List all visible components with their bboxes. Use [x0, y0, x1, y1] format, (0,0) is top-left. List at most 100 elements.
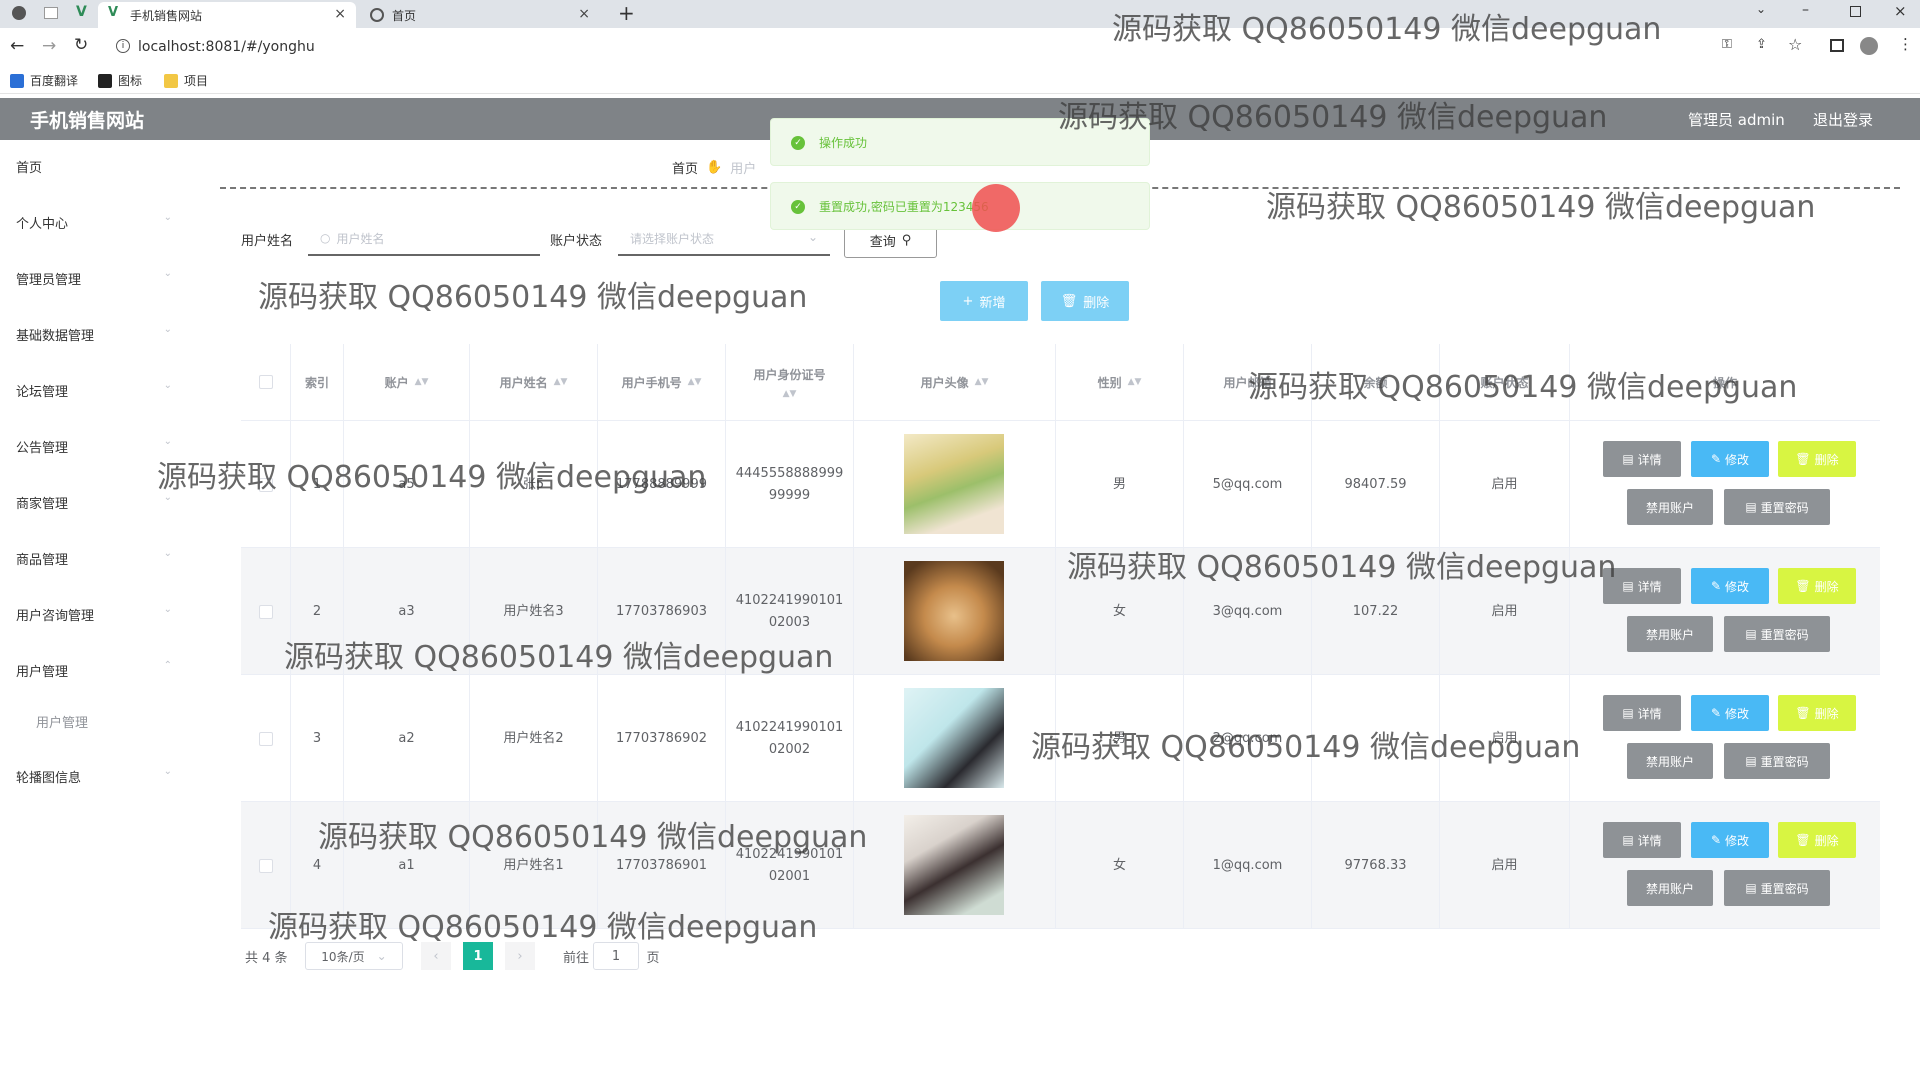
logout-button[interactable]: 退出登录: [1813, 109, 1873, 130]
sidebar-item-carousel[interactable]: 轮播图信息 ⌄: [0, 756, 184, 796]
disable-account-button[interactable]: 禁用账户: [1627, 870, 1713, 906]
page-size-select[interactable]: 10条/页 ⌄: [305, 942, 403, 970]
cell-gender: 男: [1056, 421, 1184, 548]
th-name[interactable]: 用户姓名 ▲▼: [470, 344, 598, 421]
share-icon[interactable]: ⇪: [1756, 37, 1767, 52]
row-checkbox[interactable]: [258, 858, 273, 873]
sidepanel-icon[interactable]: [1830, 39, 1844, 52]
sort-icon[interactable]: ▲▼: [1128, 377, 1142, 387]
edit-button[interactable]: ✎ 修改: [1691, 568, 1769, 604]
detail-button[interactable]: ▤ 详情: [1603, 695, 1681, 731]
th-label: 索引: [304, 375, 329, 390]
bookmark-project[interactable]: 项目: [164, 72, 208, 89]
sort-icon[interactable]: ▲▼: [415, 377, 429, 387]
forward-icon[interactable]: →: [42, 36, 56, 56]
delete-button[interactable]: 🗑 删除: [1778, 568, 1856, 604]
sort-icon[interactable]: ▲▼: [554, 377, 568, 387]
chevron-down-icon[interactable]: ⌄: [1756, 2, 1766, 16]
sidebar-item-basedata[interactable]: 基础数据管理 ⌄: [0, 314, 184, 354]
sort-icon[interactable]: ▲▼: [975, 377, 989, 387]
disable-account-button[interactable]: 禁用账户: [1627, 489, 1713, 525]
back-icon[interactable]: ←: [10, 36, 24, 56]
menu-icon[interactable]: ⋮: [1898, 35, 1913, 53]
next-page-button[interactable]: ›: [505, 942, 535, 970]
close-tab-icon[interactable]: ×: [334, 6, 346, 22]
restore-icon[interactable]: [1850, 6, 1861, 17]
sidebar-item-label: 个人中心: [16, 216, 69, 232]
close-tab-icon[interactable]: ×: [578, 6, 590, 22]
reset-icon: ▤: [1745, 754, 1757, 768]
info-icon[interactable]: i: [116, 39, 130, 53]
th-label: 账户: [384, 375, 409, 390]
vue-icon[interactable]: V: [76, 4, 87, 20]
bookmark-translate[interactable]: 百度翻译: [10, 72, 78, 89]
add-button[interactable]: + 新增: [940, 281, 1028, 321]
edit-icon: ✎: [1710, 579, 1722, 593]
trash-icon: 🗑: [1795, 706, 1811, 720]
sidebar-item-label: 基础数据管理: [16, 328, 95, 344]
th-phone[interactable]: 用户手机号 ▲▼: [598, 344, 726, 421]
select-all-checkbox[interactable]: [258, 375, 273, 389]
edit-button[interactable]: ✎ 修改: [1691, 695, 1769, 731]
prev-page-button[interactable]: ‹: [421, 942, 451, 970]
key-icon[interactable]: ⚿: [1722, 37, 1732, 52]
status-label: 账户状态: [550, 234, 603, 249]
reset-password-button[interactable]: ▤ 重置密码: [1724, 743, 1830, 779]
row-checkbox[interactable]: [258, 604, 273, 619]
toast-text: 操作成功: [819, 135, 868, 150]
row-checkbox[interactable]: [258, 731, 273, 746]
sidebar-item-admin[interactable]: 管理员管理 ⌄: [0, 258, 184, 298]
disable-label: 禁用账户: [1645, 881, 1694, 896]
avatar-image[interactable]: [904, 434, 1004, 534]
sidebar-item-home[interactable]: 首页: [0, 146, 184, 186]
bookmark-icons[interactable]: 图标: [98, 72, 142, 89]
th-avatar[interactable]: 用户头像 ▲▼: [854, 344, 1056, 421]
query-label: 查询: [869, 234, 896, 250]
name-search-input[interactable]: ○ 用户姓名: [308, 222, 540, 256]
sort-icon[interactable]: ▲▼: [783, 389, 797, 399]
reset-password-button[interactable]: ▤ 重置密码: [1724, 616, 1830, 652]
disable-account-button[interactable]: 禁用账户: [1627, 616, 1713, 652]
reset-password-button[interactable]: ▤ 重置密码: [1724, 489, 1830, 525]
sidebar-item-product[interactable]: 商品管理 ⌄: [0, 538, 184, 578]
tab-placeholder-icon[interactable]: [44, 7, 58, 19]
avatar-image[interactable]: [904, 815, 1004, 915]
minimize-icon[interactable]: –: [1802, 2, 1809, 18]
profile-icon[interactable]: [1860, 37, 1878, 55]
delete-button[interactable]: 🗑 删除: [1778, 441, 1856, 477]
delete-button[interactable]: 🗑 删除: [1778, 695, 1856, 731]
sidebar-item-profile[interactable]: 个人中心 ⌄: [0, 202, 184, 242]
close-window-icon[interactable]: ×: [1894, 2, 1907, 20]
batch-delete-button[interactable]: 🗑 删除: [1041, 281, 1129, 321]
page-1-button[interactable]: 1: [463, 942, 493, 970]
edit-button[interactable]: ✎ 修改: [1691, 441, 1769, 477]
breadcrumb-home[interactable]: 首页: [672, 158, 698, 177]
avatar-image[interactable]: [904, 561, 1004, 661]
reset-password-button[interactable]: ▤ 重置密码: [1724, 870, 1830, 906]
cell-status: 启用: [1440, 421, 1570, 548]
new-tab-icon[interactable]: +: [618, 1, 635, 25]
tab-inactive[interactable]: 首页 ×: [360, 2, 600, 28]
reload-icon[interactable]: ↻: [74, 35, 88, 55]
disable-account-button[interactable]: 禁用账户: [1627, 743, 1713, 779]
edit-button[interactable]: ✎ 修改: [1691, 822, 1769, 858]
search-icon: ⚲: [901, 232, 912, 248]
goto-page-input[interactable]: 1: [593, 942, 639, 970]
th-gender[interactable]: 性别 ▲▼: [1056, 344, 1184, 421]
th-account[interactable]: 账户 ▲▼: [344, 344, 470, 421]
delete-button[interactable]: 🗑 删除: [1778, 822, 1856, 858]
detail-button[interactable]: ▤ 详情: [1603, 822, 1681, 858]
sidebar-item-consult[interactable]: 用户咨询管理 ⌄: [0, 594, 184, 634]
sidebar-item-label: 管理员管理: [16, 272, 82, 288]
sidebar-item-users[interactable]: 用户管理 ⌃: [0, 650, 184, 690]
sidebar-item-forum[interactable]: 论坛管理 ⌄: [0, 370, 184, 410]
tab-active[interactable]: V 手机销售网站 ×: [98, 2, 356, 28]
sort-icon[interactable]: ▲▼: [688, 377, 702, 387]
sidebar-subitem-users[interactable]: 用户管理: [0, 703, 184, 739]
github-icon[interactable]: [12, 6, 26, 20]
star-icon[interactable]: ☆: [1788, 35, 1802, 54]
avatar-image[interactable]: [904, 688, 1004, 788]
cell-avatar: [854, 802, 1056, 929]
th-idcard[interactable]: 用户身份证号 ▲▼: [726, 344, 854, 421]
detail-button[interactable]: ▤ 详情: [1603, 441, 1681, 477]
